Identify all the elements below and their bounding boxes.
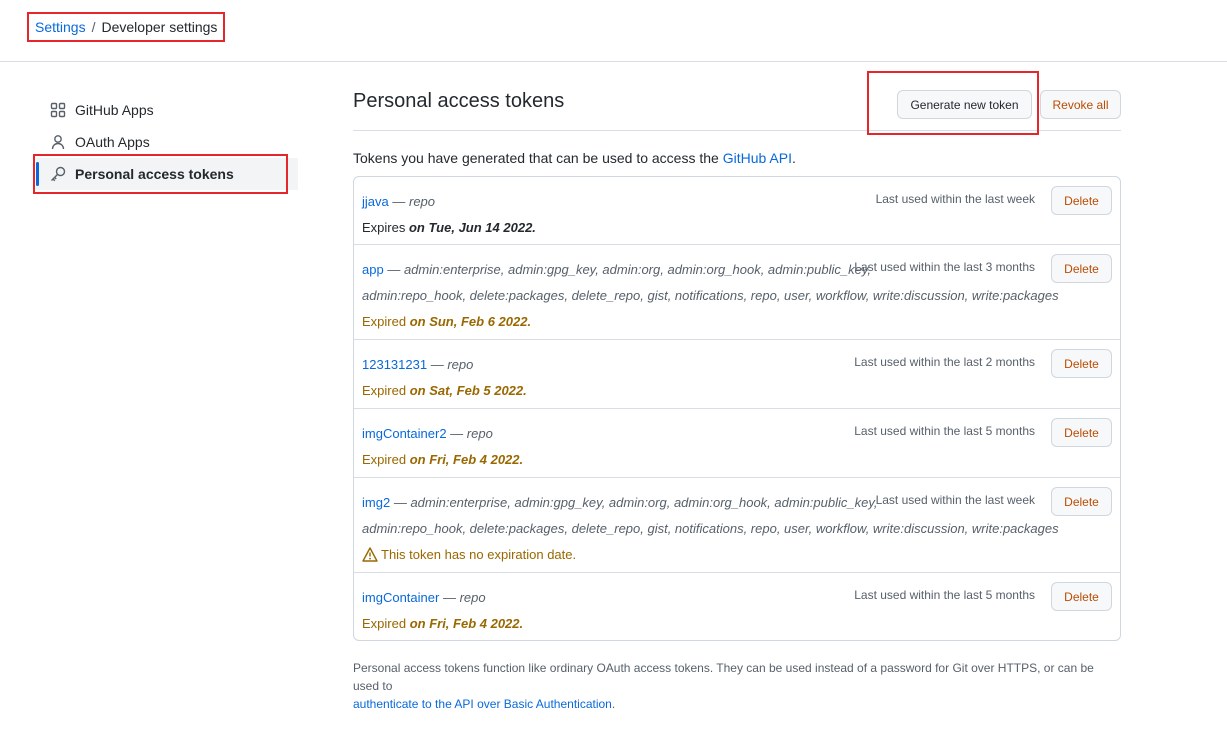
token-last-used: Last used within the last week (875, 192, 1035, 206)
generate-new-token-button[interactable]: Generate new token (897, 90, 1032, 119)
token-name-link[interactable]: 123131231 (362, 357, 427, 372)
sidebar: GitHub Apps OAuth Apps Personal access t… (36, 94, 298, 190)
delete-button[interactable]: Delete (1051, 487, 1112, 516)
token-row: 123131231 — repo Expired on Sat, Feb 5 2… (354, 339, 1120, 408)
token-list: jjava — repo Expires on Tue, Jun 14 2022… (353, 176, 1121, 641)
token-scopes: — repo (450, 426, 493, 441)
token-row: imgContainer2 — repo Expired on Fri, Feb… (354, 408, 1120, 477)
token-scopes-continued: admin:repo_hook, delete:packages, delete… (362, 521, 1059, 536)
person-icon (50, 134, 66, 150)
breadcrumb-current: Developer settings (101, 19, 218, 35)
sidebar-item-oauth-apps[interactable]: OAuth Apps (36, 126, 298, 158)
token-expiry: Expired on Sat, Feb 5 2022. (362, 383, 527, 398)
breadcrumb: Settings / Developer settings (27, 12, 226, 42)
revoke-all-button[interactable]: Revoke all (1040, 90, 1121, 119)
sidebar-item-personal-access-tokens[interactable]: Personal access tokens (36, 158, 298, 190)
alert-icon (362, 545, 378, 571)
delete-button[interactable]: Delete (1051, 186, 1112, 215)
top-header: Settings / Developer settings (0, 0, 1227, 62)
apps-icon (50, 102, 66, 118)
token-name-link[interactable]: app (362, 262, 384, 277)
token-expiry: Expired on Fri, Feb 4 2022. (362, 452, 524, 467)
sidebar-item-label: Personal access tokens (75, 166, 234, 182)
page-title: Personal access tokens (353, 90, 565, 112)
footer-note: Personal access tokens function like ord… (353, 659, 1121, 713)
token-last-used: Last used within the last week (875, 493, 1035, 507)
delete-button[interactable]: Delete (1051, 418, 1112, 447)
token-scopes-continued: admin:repo_hook, delete:packages, delete… (362, 288, 1059, 303)
token-expiry: Expired on Fri, Feb 4 2022. (362, 616, 524, 631)
token-name-link[interactable]: imgContainer (362, 590, 439, 605)
token-scopes: — repo (430, 357, 474, 372)
token-scopes: — admin:enterprise, admin:gpg_key, admin… (393, 495, 878, 510)
token-expiry: Expires on Tue, Jun 14 2022. (362, 220, 536, 235)
token-scopes: — repo (442, 590, 486, 605)
breadcrumb-separator: / (91, 19, 96, 35)
delete-button[interactable]: Delete (1051, 582, 1112, 611)
token-last-used: Last used within the last 3 months (854, 260, 1035, 274)
main-content: Personal access tokens Generate new toke… (353, 62, 1121, 725)
delete-button[interactable]: Delete (1051, 254, 1112, 283)
token-name-link[interactable]: jjava (362, 194, 389, 209)
token-no-expiration-warning: This token has no expiration date. (362, 542, 1112, 571)
page-header: Personal access tokens Generate new toke… (353, 62, 1121, 131)
breadcrumb-settings-link[interactable]: Settings (35, 19, 86, 35)
key-icon (50, 166, 66, 182)
token-last-used: Last used within the last 5 months (854, 424, 1035, 438)
token-scopes: — repo (392, 194, 436, 209)
token-row: jjava — repo Expires on Tue, Jun 14 2022… (354, 177, 1120, 244)
token-row: img2 — admin:enterprise, admin:gpg_key, … (354, 477, 1120, 572)
token-name-link[interactable]: imgContainer2 (362, 426, 447, 441)
token-expiry: Expired on Sun, Feb 6 2022. (362, 314, 532, 329)
intro-text: Tokens you have generated that can be us… (353, 150, 1121, 168)
token-row: imgContainer — repo Expired on Fri, Feb … (354, 572, 1120, 640)
token-last-used: Last used within the last 5 months (854, 588, 1035, 602)
token-last-used: Last used within the last 2 months (854, 355, 1035, 369)
sidebar-item-label: OAuth Apps (75, 134, 150, 150)
delete-button[interactable]: Delete (1051, 349, 1112, 378)
intro-prefix: Tokens you have generated that can be us… (353, 150, 723, 166)
sidebar-item-label: GitHub Apps (75, 102, 154, 118)
token-row: app — admin:enterprise, admin:gpg_key, a… (354, 244, 1120, 339)
token-scopes: — admin:enterprise, admin:gpg_key, admin… (387, 262, 872, 277)
footer-text: Personal access tokens function like ord… (353, 661, 1094, 693)
footer-suffix: . (611, 697, 616, 711)
token-name-link[interactable]: img2 (362, 495, 390, 510)
github-api-link[interactable]: GitHub API (723, 150, 792, 166)
intro-suffix: . (791, 150, 796, 166)
basic-auth-link[interactable]: authenticate to the API over Basic Authe… (353, 697, 612, 711)
sidebar-item-github-apps[interactable]: GitHub Apps (36, 94, 298, 126)
